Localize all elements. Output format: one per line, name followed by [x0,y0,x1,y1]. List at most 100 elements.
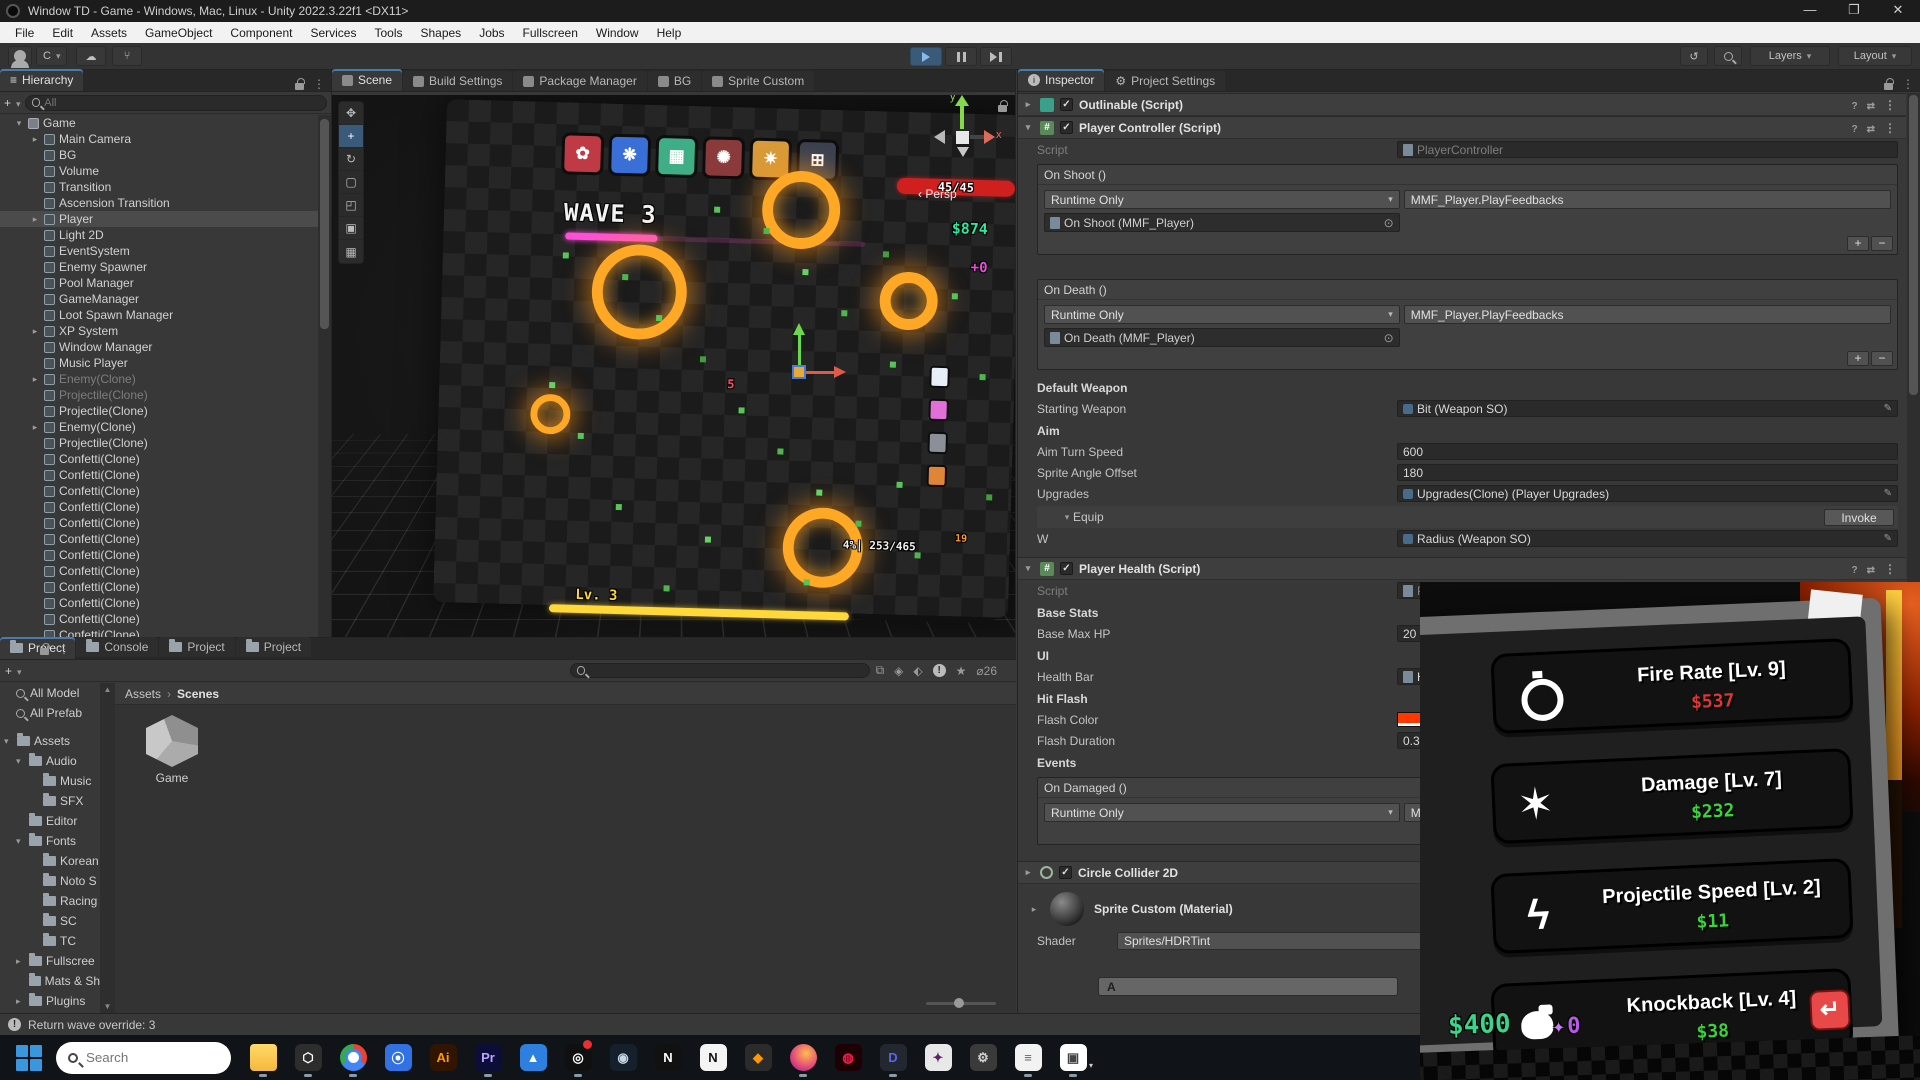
component-menu-icon[interactable] [1884,98,1896,112]
version-control-icon[interactable]: ⑂ [112,46,142,66]
taskbar-app-icon[interactable]: ⦿ [380,1038,416,1078]
project-folder-item[interactable]: Music [0,771,100,791]
lock-icon[interactable] [295,83,304,90]
game-window-object[interactable]: ✿❋▦✺✷⊞ WAVE 3 45/45 $874 +0 4%| 253/465 [433,99,1015,618]
hierarchy-item[interactable]: Pool Manager [0,275,318,291]
taskbar-app-icon[interactable] [245,1038,281,1078]
move-gizmo[interactable] [760,333,840,413]
event-function-dropdown[interactable]: MMF_Player.PlayFeedbacks [1404,190,1891,209]
component-menu-icon[interactable] [1884,562,1896,576]
foldout-arrow[interactable]: ▾ [16,836,25,847]
edit-icon[interactable] [1884,403,1892,414]
menu-item[interactable]: File [6,24,43,42]
scroll-down-arrow[interactable]: ▼ [104,1002,112,1011]
hidden-count-icon[interactable]: ⌀26 [976,664,997,678]
project-search[interactable] [570,663,870,678]
starting-weapon-field[interactable]: Bit (Weapon SO) [1397,400,1898,417]
menu-item[interactable]: Assets [82,24,136,42]
project-folder-item[interactable]: ▸ Plugins [0,991,100,1011]
menu-item[interactable]: GameObject [136,24,221,42]
sprite-angle-offset-input[interactable]: 180 [1397,464,1898,481]
foldout-arrow[interactable]: ▸ [16,996,25,1007]
custom-tool[interactable]: ▦ [339,240,363,263]
hierarchy-item[interactable]: Ascension Transition [0,195,318,211]
hierarchy-item[interactable]: EventSystem [0,243,318,259]
enabled-checkbox[interactable]: ✓ [1060,562,1073,575]
scene-view-tab[interactable]: Scene [332,69,402,91]
undo-history-icon[interactable]: ↺ [1680,46,1708,66]
hierarchy-item[interactable]: ▸ Main Camera [0,131,318,147]
hierarchy-item[interactable]: Music Player [0,355,318,371]
search-icon[interactable] [1714,46,1742,66]
menu-item[interactable]: Window [587,24,648,42]
breadcrumb-root[interactable]: Assets [125,687,161,701]
menu-item[interactable]: Edit [43,24,82,42]
menu-item[interactable]: Shapes [411,24,470,42]
event-function-dropdown[interactable]: MMF_Player.PlayFeedbacks [1404,305,1891,324]
upgrade-card[interactable]: Projectile Speed [Lv. 2] $11 [1490,858,1853,954]
play-button[interactable] [910,47,942,66]
taskbar-app-icon[interactable]: N [650,1038,686,1078]
presets-icon[interactable] [1867,121,1875,135]
perspective-label[interactable]: ‹ Persp [918,187,957,201]
project-folder-item[interactable]: SC [0,911,100,931]
project-folder-item[interactable]: ▾ Assets [0,731,100,751]
taskbar-app-icon[interactable]: ▣ ▾ [1055,1038,1091,1078]
hierarchy-item[interactable]: Confetti(Clone) [0,531,318,547]
project-folder-item[interactable]: Mats & Sh [0,971,100,991]
hierarchy-item[interactable]: Projectile(Clone) [0,435,318,451]
project-folder-item[interactable]: TC [0,931,100,951]
lock-icon[interactable] [40,648,49,655]
hierarchy-item[interactable]: Enemy Spawner [0,259,318,275]
scene-view-tab[interactable]: Build Settings [403,71,512,91]
foldout-arrow[interactable]: ▾ [14,118,24,129]
component-header-player-controller[interactable]: ▾# ✓ Player Controller (Script) [1018,116,1906,139]
rect-tool[interactable]: ◰ [339,194,363,217]
script-object-field[interactable]: PlayerController [1397,141,1898,158]
taskbar-app-icon[interactable]: ◉ [605,1038,641,1078]
hierarchy-item[interactable]: Projectile(Clone) [0,387,318,403]
hierarchy-item[interactable]: ▾ Game [0,115,318,131]
hierarchy-item[interactable]: Confetti(Clone) [0,499,318,515]
project-tree-scrollbar[interactable]: ▲ ▼ [100,683,115,1013]
bottom-panel-tab[interactable]: Console [76,637,158,657]
transform-tool[interactable]: ▣ [339,217,363,240]
component-header-player-health[interactable]: ▾# ✓ Player Health (Script) [1018,557,1906,580]
taskbar-app-icon[interactable]: ◍ [830,1038,866,1078]
panel-menu-icon[interactable] [313,77,325,91]
project-folder-item[interactable]: ▾ Audio [0,751,100,771]
hierarchy-item[interactable]: Window Manager [0,339,318,355]
minimize-button[interactable]: — [1788,0,1832,22]
project-folder-item[interactable]: SFX [0,791,100,811]
object-picker-icon[interactable] [1384,216,1394,230]
menu-item[interactable]: Services [301,24,365,42]
hierarchy-item[interactable]: ▸ Player [0,211,318,227]
layout-dropdown[interactable]: Layout [1838,46,1912,66]
edit-icon[interactable] [1884,533,1892,544]
hierarchy-item[interactable]: Confetti(Clone) [0,627,318,637]
hierarchy-item[interactable]: Confetti(Clone) [0,483,318,499]
taskbar-app-icon[interactable] [335,1038,371,1078]
taskbar-app-icon[interactable]: ≡ [1010,1038,1046,1078]
cloud-icon[interactable]: ☁ [76,46,106,66]
menu-item[interactable]: Tools [365,24,411,42]
scene-canvas[interactable]: ✿❋▦✺✷⊞ WAVE 3 45/45 $874 +0 4%| 253/465 [332,95,1015,637]
taskbar-app-icon[interactable]: ✦ [920,1038,956,1078]
create-asset-button[interactable]: + [5,664,22,678]
weapon-field[interactable]: Radius (Weapon SO) [1397,530,1898,547]
hierarchy-item[interactable]: ▸ Enemy(Clone) [0,419,318,435]
panel-menu-icon[interactable] [58,642,70,656]
scroll-up-arrow[interactable]: ▲ [104,685,112,694]
project-search-input[interactable] [589,663,862,678]
favorite-search-item[interactable]: All Prefab [0,703,100,723]
close-button[interactable]: ✕ [1876,0,1920,22]
step-button[interactable] [980,47,1012,66]
tab-inspector[interactable]: i Inspector [1018,69,1104,91]
add-event-button[interactable]: + [1847,351,1869,366]
event-mode-dropdown[interactable]: Runtime Only [1044,803,1400,822]
hierarchy-search-input[interactable] [44,97,320,109]
bottom-panel-tab[interactable]: Project [159,637,234,657]
foldout-arrow[interactable]: ▾ [4,736,13,747]
view-orientation-gizmo[interactable]: yx [930,105,994,169]
hierarchy-item[interactable]: Confetti(Clone) [0,595,318,611]
